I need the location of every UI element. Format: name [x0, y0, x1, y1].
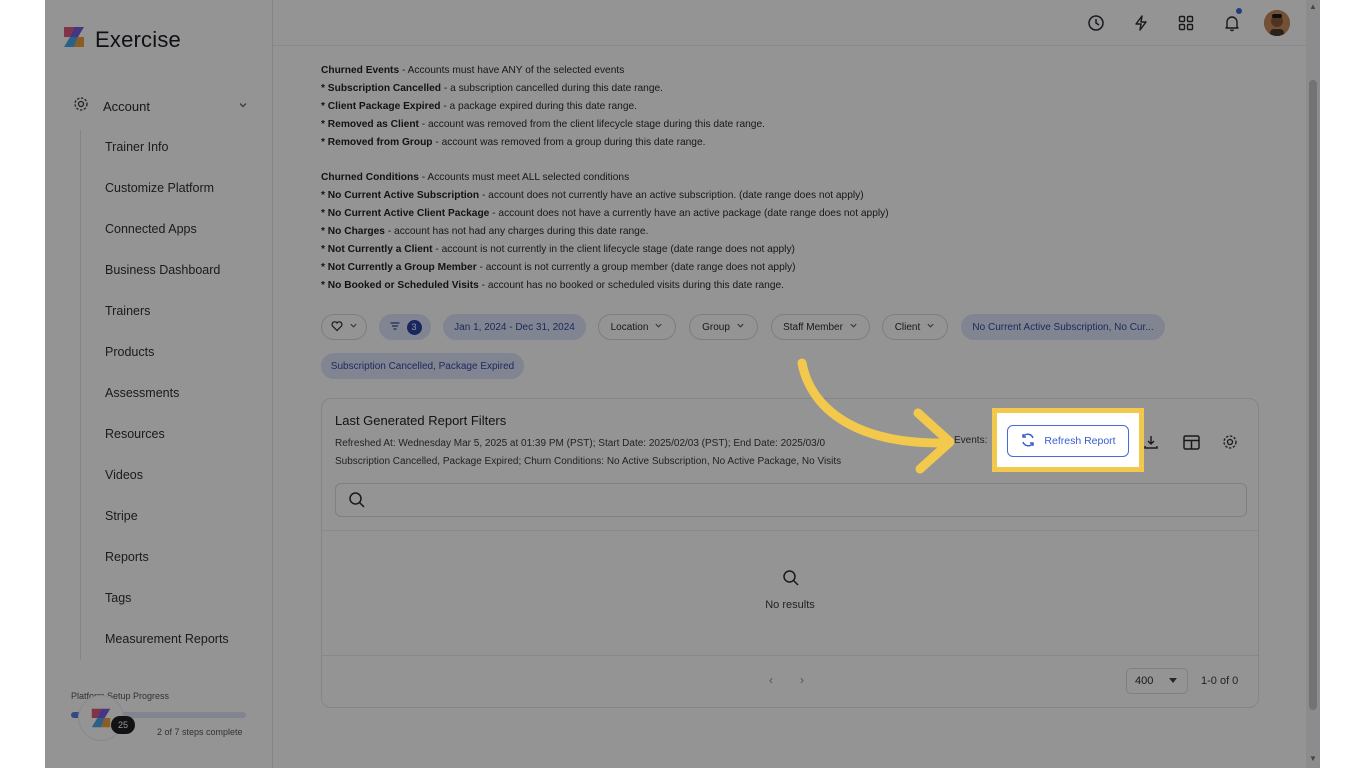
refresh-icon — [1020, 432, 1036, 451]
page-size-select[interactable]: 400 — [1126, 668, 1188, 694]
previous-page-button[interactable]: ‹ — [769, 673, 773, 687]
churned-conditions-heading: Churned Conditions - Accounts must meet … — [321, 172, 629, 183]
bell-icon[interactable] — [1221, 8, 1243, 34]
churned-event-item: * Removed from Group - account was remov… — [321, 137, 706, 148]
next-page-button[interactable]: › — [800, 673, 804, 687]
sidebar-item-assessments[interactable]: Assessments — [105, 386, 179, 400]
setup-progress-title: Platform Setup Progress — [71, 691, 170, 701]
empty-state-text: No results — [765, 599, 815, 611]
left-margin — [0, 0, 45, 768]
client-dropdown[interactable]: Client — [882, 314, 948, 340]
sidebar-item-customize-platform[interactable]: Customize Platform — [105, 181, 214, 195]
nav-tree-line — [80, 130, 81, 660]
churned-event-item: * Removed as Client - account was remove… — [321, 119, 765, 130]
table-columns-icon[interactable] — [1180, 431, 1202, 453]
filter-icon — [389, 320, 401, 335]
chevron-down-icon — [349, 321, 358, 333]
settings-gear-icon[interactable] — [1219, 431, 1241, 453]
sidebar-account-label: Account — [103, 98, 150, 114]
sidebar-item-resources[interactable]: Resources — [105, 427, 165, 441]
apps-grid-icon[interactable] — [1175, 12, 1197, 34]
sidebar-item-products[interactable]: Products — [105, 345, 154, 359]
setup-steps-text: 2 of 7 steps complete — [157, 727, 243, 737]
logo-icon — [61, 24, 87, 55]
churned-condition-item: * No Current Active Client Package - acc… — [321, 208, 889, 219]
chevron-down-icon — [926, 321, 935, 333]
divider — [322, 530, 1258, 531]
churned-event-item: * Client Package Expired - a package exp… — [321, 101, 638, 112]
filters-button[interactable]: 3 — [379, 314, 431, 340]
sidebar-item-videos[interactable]: Videos — [105, 468, 143, 482]
churned-events-text: - Accounts must have ANY of the selected… — [399, 65, 625, 76]
churned-event-item: * Subscription Cancelled - a subscriptio… — [321, 83, 664, 94]
filter-count-badge: 3 — [406, 319, 422, 335]
sidebar: Exercise Account Trainer Info Customize … — [45, 0, 273, 768]
churned-events-title: Churned Events — [321, 65, 400, 76]
report-search-input[interactable] — [335, 483, 1247, 517]
churned-condition-item: * No Current Active Subscription - accou… — [321, 190, 864, 201]
churned-conditions-text: - Accounts must meet ALL selected condit… — [418, 172, 630, 183]
chevron-down-icon — [238, 97, 248, 115]
sidebar-account-toggle[interactable]: Account — [73, 95, 248, 117]
refresh-report-button[interactable]: Refresh Report — [1007, 425, 1129, 457]
chevron-down-icon — [654, 321, 663, 333]
date-range-chip[interactable]: Jan 1, 2024 - Dec 31, 2024 — [443, 314, 586, 340]
sidebar-item-business-dashboard[interactable]: Business Dashboard — [105, 263, 220, 277]
setup-percent-badge: 25 — [111, 716, 135, 734]
churned-conditions-title: Churned Conditions — [321, 172, 419, 183]
sidebar-item-trainer-info[interactable]: Trainer Info — [105, 140, 168, 154]
client-label: Client — [894, 321, 921, 333]
churned-condition-item: * Not Currently a Client - account is no… — [321, 244, 795, 255]
topbar — [273, 0, 1320, 46]
location-dropdown[interactable]: Location — [598, 314, 676, 340]
sidebar-item-measurement-reports[interactable]: Measurement Reports — [105, 632, 229, 646]
divider — [322, 655, 1258, 656]
brand[interactable]: Exercise — [61, 24, 181, 55]
scroll-up-icon[interactable]: ▲ — [1309, 2, 1317, 11]
app-window: Exercise Account Trainer Info Customize … — [45, 0, 1320, 768]
heart-icon — [330, 320, 343, 335]
report-card-title: Last Generated Report Filters — [335, 413, 507, 428]
conditions-chip[interactable]: No Current Active Subscription, No Cur..… — [961, 314, 1165, 340]
notification-dot — [1236, 8, 1242, 14]
churned-condition-item: * No Charges - account has not had any c… — [321, 226, 649, 237]
brand-name: Exercise — [95, 26, 181, 52]
refresh-report-label: Refresh Report — [1044, 435, 1116, 447]
churned-events-heading: Churned Events - Accounts must have ANY … — [321, 65, 624, 76]
tutorial-arrow-icon — [797, 358, 955, 474]
search-icon — [348, 491, 366, 514]
favorites-dropdown[interactable] — [321, 314, 367, 340]
group-label: Group — [702, 321, 730, 333]
events-chip[interactable]: Subscription Cancelled, Package Expired — [321, 353, 524, 379]
churned-condition-item: * No Booked or Scheduled Visits - accoun… — [321, 280, 785, 291]
sidebar-item-trainers[interactable]: Trainers — [105, 304, 150, 318]
sidebar-item-connected-apps[interactable]: Connected Apps — [105, 222, 197, 236]
highlight-frame: Refresh Report — [992, 408, 1144, 472]
pagination-range: 1-0 of 0 — [1201, 675, 1239, 687]
page-scrollbar[interactable]: ▲ ▼ — [1306, 0, 1320, 768]
history-icon[interactable] — [1085, 12, 1107, 34]
empty-search-icon — [782, 569, 800, 592]
chevron-down-icon — [849, 321, 858, 333]
caret-down-icon — [1169, 675, 1178, 687]
user-avatar[interactable] — [1264, 10, 1290, 36]
staff-member-dropdown[interactable]: Staff Member — [771, 314, 870, 340]
group-dropdown[interactable]: Group — [689, 314, 758, 340]
location-label: Location — [610, 321, 649, 333]
bolt-icon[interactable] — [1130, 12, 1152, 34]
sidebar-item-reports[interactable]: Reports — [105, 550, 149, 564]
scroll-down-icon[interactable]: ▼ — [1309, 754, 1317, 763]
sidebar-item-tags[interactable]: Tags — [105, 591, 131, 605]
scroll-thumb[interactable] — [1309, 80, 1317, 710]
churned-condition-item: * Not Currently a Group Member - account… — [321, 262, 796, 273]
page-size-value: 400 — [1135, 675, 1154, 687]
gear-icon — [73, 96, 89, 117]
staff-member-label: Staff Member — [783, 321, 843, 333]
right-margin — [1320, 0, 1366, 768]
chevron-down-icon — [736, 321, 745, 333]
sidebar-item-stripe[interactable]: Stripe — [105, 509, 138, 523]
